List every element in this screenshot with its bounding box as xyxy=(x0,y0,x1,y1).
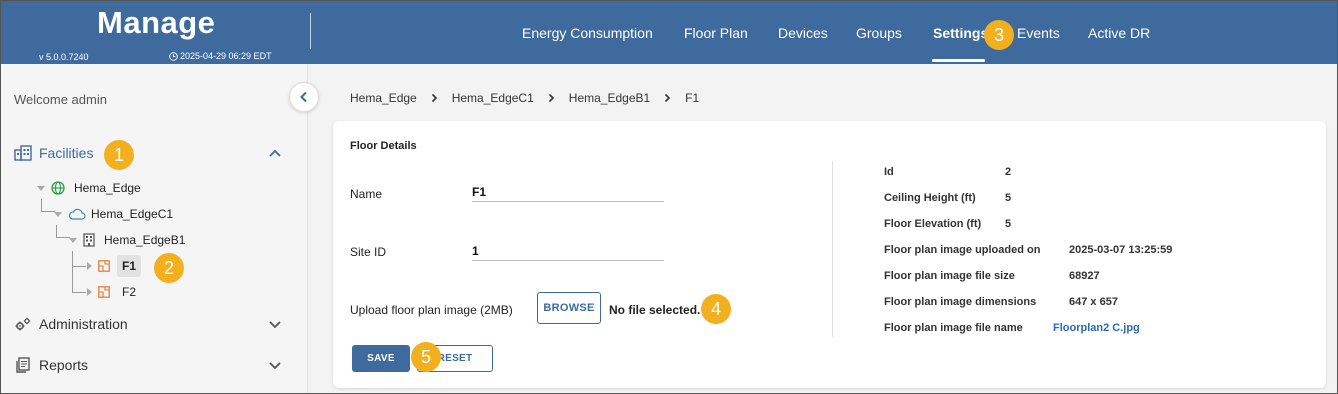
tree-node-f2[interactable]: F2 xyxy=(87,282,136,302)
info-label-file-size: Floor plan image file size xyxy=(884,270,1015,282)
info-label-ceiling-height: Ceiling Height (ft) xyxy=(884,192,976,204)
info-value-floor-elevation: 5 xyxy=(1005,218,1012,230)
info-label-uploaded-on: Floor plan image uploaded on xyxy=(884,244,1041,256)
report-icon xyxy=(14,356,32,374)
info-value-file-size: 68927 xyxy=(1069,270,1100,282)
sidebar-section-facilities[interactable]: Facilities xyxy=(1,140,307,166)
caret-down-icon[interactable] xyxy=(54,211,62,217)
chevron-up-icon[interactable] xyxy=(267,145,283,161)
welcome-text: Welcome admin xyxy=(14,92,107,107)
save-button[interactable]: SAVE xyxy=(352,345,410,372)
floor-details-card: Floor Details Name Site ID Upload floor … xyxy=(333,121,1326,388)
upload-label: Upload floor plan image (2MB) xyxy=(350,303,513,317)
chevron-left-icon xyxy=(300,91,307,103)
tree-node-hema-edgeb1[interactable]: Hema_EdgeB1 xyxy=(69,230,185,250)
tree-node-hema-edge[interactable]: Hema_Edge xyxy=(37,178,141,198)
tree-node-label: F1 xyxy=(117,255,142,277)
breadcrumb-item[interactable]: Hema_EdgeC1 xyxy=(452,91,534,105)
callout-badge-1: 1 xyxy=(104,140,134,170)
tree-node-label: Hema_EdgeB1 xyxy=(104,233,186,247)
nav-events[interactable]: Events xyxy=(1017,25,1060,41)
nav-devices[interactable]: Devices xyxy=(778,25,828,41)
app-brand[interactable]: Manage xyxy=(97,5,215,41)
tree-node-label: Hema_Edge xyxy=(74,181,141,195)
app-header: Manage v 5.0.0.7240 2025-04-29 06:29 EDT… xyxy=(1,1,1337,64)
sidebar-section-label: Facilities xyxy=(39,145,94,161)
floor-plan-icon xyxy=(98,286,110,298)
name-input[interactable] xyxy=(472,182,664,202)
app-version: v 5.0.0.7240 xyxy=(39,52,89,62)
server-datetime: 2025-04-29 06:29 EDT xyxy=(169,51,272,61)
name-label: Name xyxy=(350,187,383,201)
browse-button[interactable]: BROWSE xyxy=(537,292,601,324)
card-title: Floor Details xyxy=(350,140,417,152)
info-value-uploaded-on: 2025-03-07 13:25:59 xyxy=(1069,244,1173,256)
chevron-right-icon xyxy=(548,93,555,103)
breadcrumb-current: F1 xyxy=(685,91,700,105)
breadcrumb: Hema_Edge Hema_EdgeC1 Hema_EdgeB1 F1 xyxy=(350,91,699,105)
chevron-right-icon xyxy=(664,93,671,103)
info-value-ceiling-height: 5 xyxy=(1005,192,1012,204)
breadcrumb-item[interactable]: Hema_EdgeB1 xyxy=(569,91,650,105)
chevron-right-icon xyxy=(431,93,438,103)
nav-energy-consumption[interactable]: Energy Consumption xyxy=(522,25,653,41)
info-label-file-name: Floor plan image file name xyxy=(884,322,1023,334)
tree-connector xyxy=(41,199,55,212)
site-id-input[interactable] xyxy=(472,241,664,261)
nav-active-dr[interactable]: Active DR xyxy=(1088,25,1150,41)
callout-badge-4: 4 xyxy=(701,294,731,324)
building-icon xyxy=(14,144,32,162)
chevron-down-icon[interactable] xyxy=(267,357,283,373)
callout-badge-3: 3 xyxy=(984,20,1014,50)
caret-right-icon[interactable] xyxy=(87,262,92,270)
cloud-icon xyxy=(68,208,86,220)
tree-connector xyxy=(72,267,86,293)
caret-down-icon[interactable] xyxy=(37,185,45,191)
sidebar-section-label: Administration xyxy=(39,316,128,332)
tree-connector xyxy=(72,251,86,267)
file-status-text: No file selected. xyxy=(609,303,701,317)
sidebar-section-reports[interactable]: Reports xyxy=(1,352,307,378)
caret-down-icon[interactable] xyxy=(69,237,77,243)
floor-plan-icon xyxy=(98,260,110,272)
clock-icon xyxy=(169,51,178,61)
site-id-label: Site ID xyxy=(350,245,387,259)
tree-connector xyxy=(56,225,70,238)
breadcrumb-item[interactable]: Hema_Edge xyxy=(350,91,417,105)
sidebar-section-label: Reports xyxy=(39,357,89,373)
callout-badge-5: 5 xyxy=(411,342,441,372)
info-label-dimensions: Floor plan image dimensions xyxy=(884,296,1037,308)
card-divider xyxy=(832,161,833,337)
sidebar: Welcome admin Facilities Hema_Edge Hema_… xyxy=(1,64,308,393)
info-value-dimensions: 647 x 657 xyxy=(1069,296,1118,308)
callout-badge-2: 2 xyxy=(154,253,184,283)
tree-node-hema-edgec1[interactable]: Hema_EdgeC1 xyxy=(54,204,173,224)
chevron-down-icon[interactable] xyxy=(267,316,283,332)
sidebar-section-administration[interactable]: Administration xyxy=(1,311,307,337)
info-value-id: 2 xyxy=(1005,166,1012,178)
header-divider xyxy=(310,13,311,49)
nav-floor-plan[interactable]: Floor Plan xyxy=(684,25,748,41)
collapse-sidebar-button[interactable] xyxy=(289,82,319,112)
datetime-text: 2025-04-29 06:29 EDT xyxy=(180,51,272,61)
active-tab-indicator xyxy=(932,59,985,62)
gears-icon xyxy=(14,315,32,333)
tree-node-label: F2 xyxy=(122,285,137,299)
globe-icon xyxy=(51,181,65,195)
building-icon xyxy=(83,233,95,247)
file-name-link[interactable]: Floorplan2 C.jpg xyxy=(1053,322,1140,334)
tree-node-label: Hema_EdgeC1 xyxy=(91,207,174,221)
info-label-floor-elevation: Floor Elevation (ft) xyxy=(884,218,982,230)
nav-settings[interactable]: Settings xyxy=(933,25,988,41)
caret-right-icon[interactable] xyxy=(87,288,92,296)
info-label-id: Id xyxy=(884,166,894,178)
nav-groups[interactable]: Groups xyxy=(856,25,902,41)
tree-node-f1[interactable]: F1 xyxy=(87,255,142,277)
